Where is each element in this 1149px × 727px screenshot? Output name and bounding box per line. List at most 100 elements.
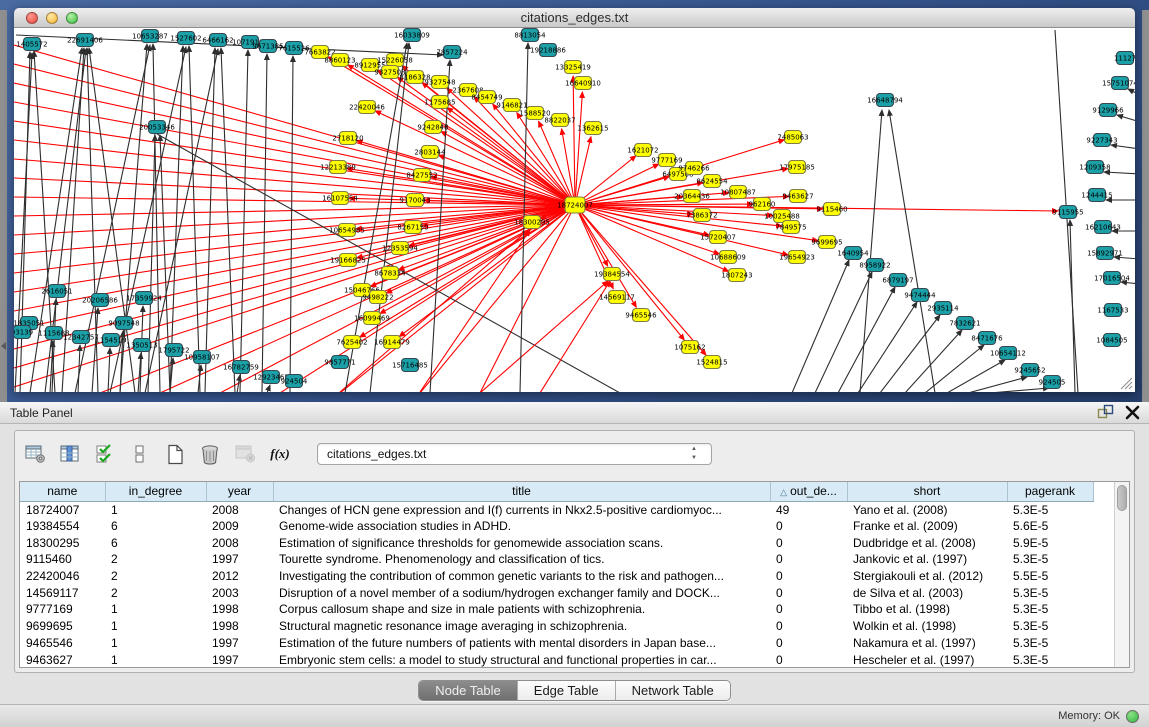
table-cell[interactable]: 0	[770, 635, 847, 652]
table-selector-dropdown[interactable]: citations_edges.txt ▲▼	[317, 443, 712, 465]
column-header-year[interactable]: year	[206, 482, 273, 501]
network-node[interactable]: 1405572	[16, 38, 47, 51]
table-cell[interactable]: 0	[770, 568, 847, 585]
column-header-short[interactable]: short	[847, 482, 1007, 501]
table-cell[interactable]: 1	[105, 651, 206, 668]
network-node[interactable]: 22420046	[349, 101, 385, 114]
table-cell[interactable]: Disruption of a novel member of a sodium…	[273, 584, 770, 601]
table-cell[interactable]: Yano et al. (2008)	[847, 501, 1007, 518]
table-cell[interactable]: 5.3E-5	[1007, 601, 1093, 618]
table-cell[interactable]: 2	[105, 584, 206, 601]
network-node[interactable]: 10654112	[990, 347, 1026, 360]
table-cell[interactable]: 1997	[206, 551, 273, 568]
network-node[interactable]: 1621072	[627, 144, 658, 157]
network-node[interactable]: 9463627	[782, 190, 813, 203]
network-node[interactable]: 8471676	[971, 332, 1003, 345]
table-cell[interactable]: Hescheler et al. (1997)	[847, 651, 1007, 668]
table-cell[interactable]: 0	[770, 618, 847, 635]
table-cell[interactable]: Estimation of significance thresholds fo…	[273, 534, 770, 551]
table-cell[interactable]: 9777169	[20, 601, 105, 618]
table-cell[interactable]: 22420046	[20, 568, 105, 585]
close-panel-icon[interactable]	[1124, 404, 1141, 421]
network-node[interactable]: 1640954	[837, 247, 869, 260]
network-node[interactable]: 924505	[1039, 376, 1066, 389]
table-cell[interactable]: 5.3E-5	[1007, 618, 1093, 635]
table-cell[interactable]: 0	[770, 601, 847, 618]
tab-node-table[interactable]: Node Table	[419, 681, 518, 700]
table-cell[interactable]: Stergiakouli et al. (2012)	[847, 568, 1007, 585]
network-node[interactable]: 16914479	[374, 336, 410, 349]
network-node[interactable]: 8813054	[514, 29, 546, 42]
network-node[interactable]: 93139	[14, 326, 33, 339]
network-node[interactable]: 7625402	[336, 336, 367, 349]
network-node[interactable]: 9245652	[1014, 364, 1045, 377]
table-vertical-scrollbar[interactable]	[1114, 482, 1129, 667]
column-header-pagerank[interactable]: pagerank	[1007, 482, 1093, 501]
delete-column-trash-button[interactable]	[198, 442, 222, 466]
table-cell[interactable]: 9115460	[20, 551, 105, 568]
table-cell[interactable]: 1998	[206, 601, 273, 618]
network-node[interactable]: 19166825	[330, 254, 366, 267]
network-node[interactable]: 2935114	[927, 302, 959, 315]
network-node[interactable]: 16640910	[565, 77, 601, 90]
network-node[interactable]: 9474444	[904, 289, 936, 302]
network-node[interactable]: 9115460	[816, 203, 847, 216]
table-cell[interactable]: 18300295	[20, 534, 105, 551]
network-node[interactable]: 9129966	[1092, 104, 1124, 117]
float-window-icon[interactable]	[1097, 404, 1114, 421]
network-node[interactable]: 1175685	[424, 96, 455, 109]
table-cell[interactable]: Tourette syndrome. Phenomenology and cla…	[273, 551, 770, 568]
table-cell[interactable]: Franke et al. (2009)	[847, 518, 1007, 535]
table-cell[interactable]: Changes of HCN gene expression and I(f) …	[273, 501, 770, 518]
table-cell[interactable]: Jankovic et al. (1997)	[847, 551, 1007, 568]
table-cell[interactable]: 19384554	[20, 518, 105, 535]
network-node[interactable]: 9242848	[417, 121, 448, 134]
network-node[interactable]: 9699695	[811, 236, 842, 249]
table-cell[interactable]: 1	[105, 501, 206, 518]
network-node[interactable]: 19218886	[530, 44, 566, 57]
memory-status-icon[interactable]	[1126, 710, 1139, 723]
table-cell[interactable]: 5.3E-5	[1007, 551, 1093, 568]
table-cell[interactable]: 5.3E-5	[1007, 584, 1093, 601]
collapse-panel-arrow-icon[interactable]	[1, 342, 6, 350]
table-cell[interactable]: 0	[770, 651, 847, 668]
network-node[interactable]: 13325419	[555, 61, 591, 74]
delete-table-button[interactable]	[233, 442, 257, 466]
table-cell[interactable]: 2009	[206, 518, 273, 535]
network-node[interactable]: 8958922	[859, 259, 890, 272]
network-node[interactable]: 16033809	[394, 29, 430, 42]
table-cell[interactable]: de Silva et al. (2003)	[847, 584, 1007, 601]
network-node[interactable]: 14569117	[599, 291, 635, 304]
table-cell[interactable]: Wolkin et al. (1998)	[847, 618, 1007, 635]
network-node[interactable]: 1362615	[577, 122, 608, 135]
network-node[interactable]: 1075162	[674, 341, 705, 354]
table-cell[interactable]: 5.5E-5	[1007, 568, 1093, 585]
deselect-rows-button[interactable]	[128, 442, 152, 466]
column-header-title[interactable]: title	[273, 482, 770, 501]
table-row[interactable]: 911546021997Tourette syndrome. Phenomeno…	[20, 551, 1093, 568]
column-header-out_de[interactable]: △out_de...	[770, 482, 847, 501]
table-cell[interactable]: 0	[770, 551, 847, 568]
table-row[interactable]: 977716911998Corpus callosum shape and si…	[20, 601, 1093, 618]
network-node[interactable]: 11127	[1114, 52, 1135, 65]
network-node[interactable]: 9465546	[625, 309, 657, 322]
table-cell[interactable]: 9463627	[20, 651, 105, 668]
tab-network-table[interactable]: Network Table	[616, 681, 730, 700]
table-cell[interactable]: 14569117	[20, 584, 105, 601]
network-node[interactable]: 9227343	[1086, 134, 1117, 147]
table-cell[interactable]: 1997	[206, 651, 273, 668]
table-cell[interactable]: Embryonic stem cells: a model to study s…	[273, 651, 770, 668]
table-row[interactable]: 1830029562008Estimation of significance …	[20, 534, 1093, 551]
table-cell[interactable]: 2	[105, 551, 206, 568]
network-node[interactable]: 1084505	[1096, 334, 1127, 347]
network-node[interactable]: 1524815	[696, 356, 727, 369]
table-row[interactable]: 1872400712008Changes of HCN gene express…	[20, 501, 1093, 518]
table-row[interactable]: 1456911722003Disruption of a novel membe…	[20, 584, 1093, 601]
table-cell[interactable]: 1	[105, 618, 206, 635]
table-cell[interactable]: 5.3E-5	[1007, 651, 1093, 668]
scrollbar-thumb[interactable]	[1117, 485, 1127, 511]
table-cell[interactable]: Corpus callosum shape and size in male p…	[273, 601, 770, 618]
table-cell[interactable]: 1	[105, 601, 206, 618]
network-node[interactable]: 9115955	[1052, 206, 1083, 219]
column-header-in_degree[interactable]: in_degree	[105, 482, 206, 501]
